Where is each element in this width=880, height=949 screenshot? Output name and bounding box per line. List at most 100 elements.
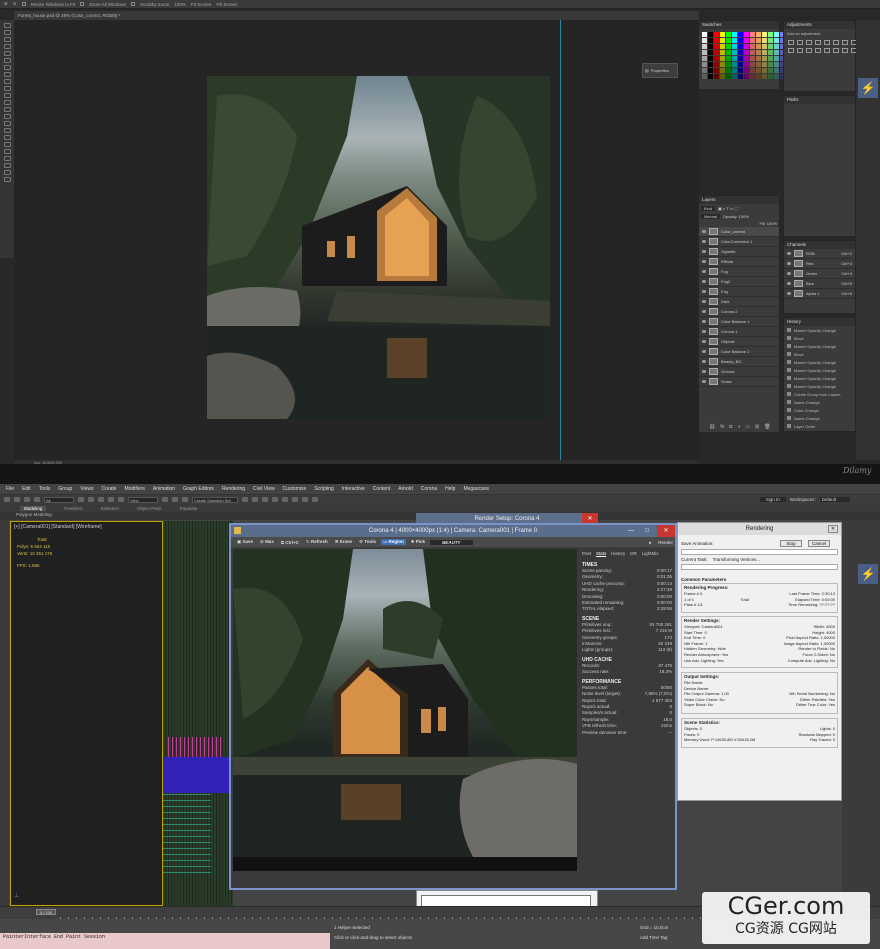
color-swatch[interactable] xyxy=(714,68,719,73)
color-swatch[interactable] xyxy=(774,56,779,61)
color-swatch[interactable] xyxy=(702,62,707,67)
menu-item[interactable]: Rendering xyxy=(222,486,245,492)
channel-row[interactable]: Alpha 1 Ctrl+6 xyxy=(784,289,855,299)
color-swatch[interactable] xyxy=(708,38,713,43)
color-swatch[interactable] xyxy=(720,44,725,49)
color-swatch[interactable] xyxy=(702,74,707,79)
color-swatch[interactable] xyxy=(762,62,767,67)
move-icon[interactable] xyxy=(98,497,104,502)
color-swatch[interactable] xyxy=(774,68,779,73)
dodge-tool-icon[interactable] xyxy=(3,114,11,119)
layer-row[interactable]: Ground xyxy=(699,367,779,377)
fill-screen-button[interactable]: Fill Screen xyxy=(216,2,237,7)
visibility-eye-icon[interactable] xyxy=(787,272,791,275)
color-swatch[interactable] xyxy=(714,74,719,79)
color-swatch[interactable] xyxy=(726,56,731,61)
scale-icon[interactable] xyxy=(118,497,124,502)
vfb-close-button[interactable]: ✕ xyxy=(657,525,675,537)
color-swatch[interactable] xyxy=(708,62,713,67)
layer-row[interactable]: Corona 1 xyxy=(699,327,779,337)
new-layer-icon[interactable]: ⊞ xyxy=(755,424,759,430)
menu-item[interactable]: Scripting xyxy=(314,486,333,492)
max-button[interactable]: ⊕ Max xyxy=(258,539,276,545)
color-swatch[interactable] xyxy=(714,32,719,37)
color-balance-icon[interactable] xyxy=(842,40,848,45)
maxscript-listener[interactable]: PainterInterface End Paint Session xyxy=(0,933,330,949)
render-element-dropdown[interactable]: BEAUTY xyxy=(430,539,473,545)
tab-populate[interactable]: Populate xyxy=(180,506,198,511)
color-swatch[interactable] xyxy=(726,38,731,43)
color-swatch[interactable] xyxy=(768,38,773,43)
history-item[interactable]: Master Opacity Change xyxy=(784,358,855,366)
color-swatch[interactable] xyxy=(708,32,713,37)
color-swatch[interactable] xyxy=(720,38,725,43)
stamp-tool-icon[interactable] xyxy=(3,79,11,84)
visibility-eye-icon[interactable] xyxy=(787,262,791,265)
color-swatch[interactable] xyxy=(750,38,755,43)
tab-freeform[interactable]: Freeform xyxy=(64,506,82,511)
menu-item[interactable]: Group xyxy=(58,486,72,492)
trash-icon[interactable]: 🗑 xyxy=(764,424,770,430)
color-swatch[interactable] xyxy=(768,74,773,79)
fit-screen-button[interactable]: Fit Screen xyxy=(191,2,212,7)
color-swatch[interactable] xyxy=(708,56,713,61)
layer-row[interactable]: Grass xyxy=(699,377,779,387)
color-swatch[interactable] xyxy=(720,56,725,61)
eraser-tool-icon[interactable] xyxy=(3,93,11,98)
zoom-100-button[interactable]: 100% xyxy=(174,2,186,7)
lasso-tool-icon[interactable] xyxy=(3,37,11,42)
snap-icon[interactable] xyxy=(162,497,168,502)
history-item[interactable]: Move xyxy=(784,350,855,358)
marquee-tool-icon[interactable] xyxy=(3,30,11,35)
tab-modeling[interactable]: Modeling xyxy=(20,505,47,511)
tab-history[interactable]: History xyxy=(611,551,625,557)
stop-icon[interactable]: ⏹ xyxy=(647,540,653,545)
layer-row[interactable]: Fog xyxy=(699,267,779,277)
color-swatch[interactable] xyxy=(732,50,737,55)
tab-dr[interactable]: DR xyxy=(630,551,637,557)
color-swatch[interactable] xyxy=(720,68,725,73)
history-item[interactable]: Layer Order xyxy=(784,422,855,430)
color-swatch[interactable] xyxy=(750,68,755,73)
visibility-eye-icon[interactable] xyxy=(702,260,706,263)
menu-item[interactable]: Civil View xyxy=(253,486,275,492)
color-swatch[interactable] xyxy=(774,74,779,79)
threshold-icon[interactable] xyxy=(833,48,839,53)
workspaces-dropdown[interactable]: Default xyxy=(819,497,850,502)
menu-item[interactable]: Create xyxy=(102,486,117,492)
layer-row[interactable]: Fog2 xyxy=(699,277,779,287)
layer-row[interactable]: Objects xyxy=(699,337,779,347)
color-swatch[interactable] xyxy=(768,68,773,73)
color-swatch[interactable] xyxy=(738,32,743,37)
color-swatch[interactable] xyxy=(720,50,725,55)
corona-app-icon[interactable]: ⚡ xyxy=(858,78,878,98)
history-brush-icon[interactable] xyxy=(3,86,11,91)
material-editor-icon[interactable] xyxy=(282,497,288,502)
hue-sat-icon[interactable] xyxy=(833,40,839,45)
fx-icon[interactable]: fx xyxy=(720,424,724,430)
color-swatch[interactable] xyxy=(708,74,713,79)
layer-row[interactable]: Fog xyxy=(699,287,779,297)
visibility-eye-icon[interactable] xyxy=(702,290,706,293)
redo-icon[interactable] xyxy=(14,497,20,502)
opacity-field[interactable]: Opacity: 100% xyxy=(723,214,749,219)
menu-item[interactable]: Tools xyxy=(39,486,51,492)
menu-item[interactable]: Help xyxy=(445,486,455,492)
color-swatch[interactable] xyxy=(756,68,761,73)
color-swatch[interactable] xyxy=(732,56,737,61)
pen-tool-icon[interactable] xyxy=(3,121,11,126)
history-item[interactable]: Master Opacity Change xyxy=(784,374,855,382)
color-swatch[interactable] xyxy=(762,50,767,55)
color-swatch[interactable] xyxy=(750,44,755,49)
maximize-button[interactable]: □ xyxy=(639,525,655,537)
color-swatch[interactable] xyxy=(714,56,719,61)
selection-filter-dropdown[interactable]: All xyxy=(44,496,74,503)
tab-object-paint[interactable]: Object Paint xyxy=(137,506,162,511)
color-swatch[interactable] xyxy=(762,44,767,49)
mask-icon[interactable]: ◘ xyxy=(729,424,732,430)
selection-set-dropdown[interactable]: Create Selection Set xyxy=(192,496,238,503)
history-item[interactable]: Master Opacity Change xyxy=(784,326,855,334)
type-tool-icon[interactable] xyxy=(3,128,11,133)
color-swatch[interactable] xyxy=(750,74,755,79)
color-swatch[interactable] xyxy=(702,44,707,49)
